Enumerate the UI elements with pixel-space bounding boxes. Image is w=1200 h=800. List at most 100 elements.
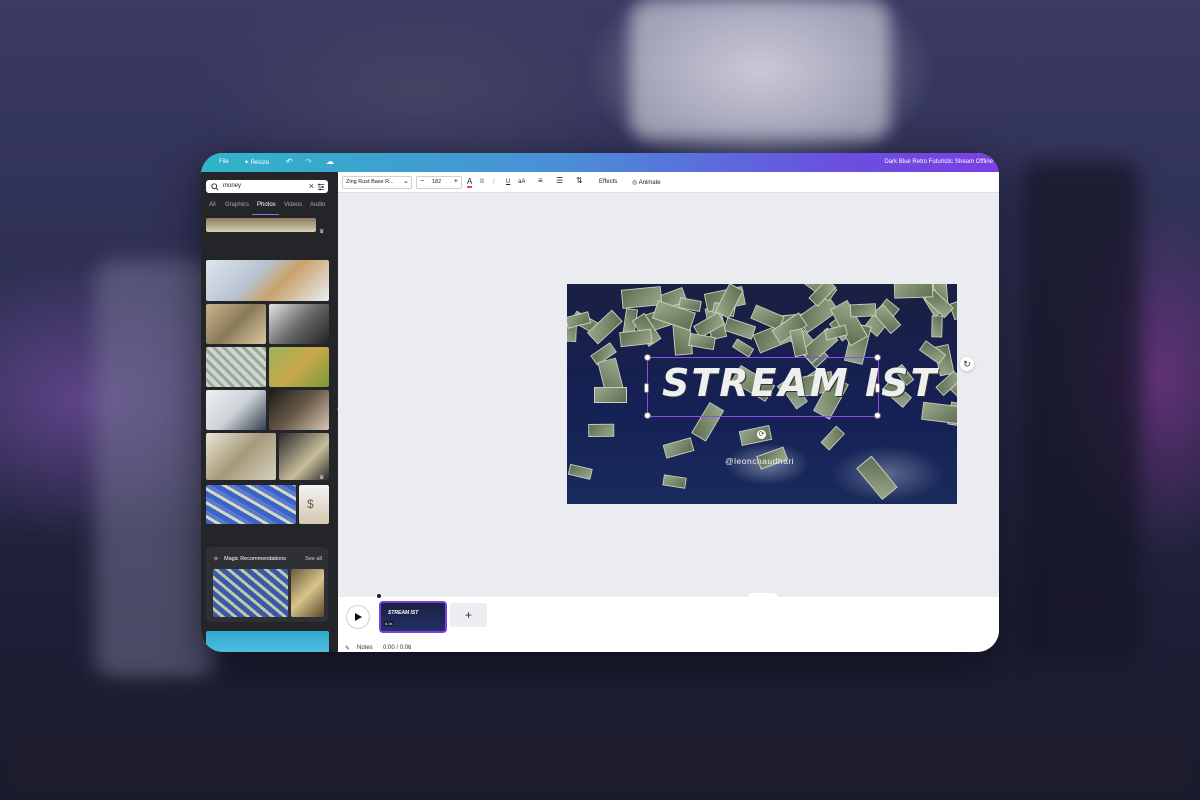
photo-thumbnail[interactable]	[269, 304, 329, 344]
money-bag-icon: $	[307, 497, 314, 511]
refresh-design-icon[interactable]: ↻	[960, 357, 974, 371]
magic-icon: ✧	[213, 556, 219, 563]
align-center-icon[interactable]: ≡	[538, 176, 543, 185]
text-case-icon[interactable]: aA	[518, 179, 525, 185]
banknote-decoration	[921, 402, 957, 426]
banknote-decoration	[594, 387, 628, 403]
photo-thumbnail[interactable]	[206, 260, 329, 301]
animate-label: Animate	[638, 180, 661, 186]
photo-thumbnail[interactable]	[206, 390, 266, 430]
background-monitor	[95, 260, 215, 680]
banknote-decoration	[587, 423, 614, 437]
font-family-select[interactable]: Zing Rust Base R... ⌄	[342, 176, 412, 189]
recommendation-thumbnail[interactable]	[213, 569, 288, 617]
redo-icon[interactable]: ↷	[305, 157, 312, 166]
resize-handle[interactable]	[875, 383, 880, 393]
sparkle-icon: ✦	[244, 160, 251, 166]
banknote-decoration	[618, 328, 653, 347]
photo-thumbnail[interactable]	[206, 347, 266, 387]
clear-search-icon[interactable]: ×	[309, 181, 314, 191]
photo-thumbnail[interactable]	[206, 433, 276, 480]
active-tab-indicator	[252, 214, 279, 215]
photo-thumbnail[interactable]	[206, 631, 329, 652]
list-icon[interactable]: ☰	[556, 176, 563, 185]
resize-handle[interactable]	[644, 383, 649, 393]
animate-button[interactable]: ◎ Animate	[632, 179, 661, 186]
search-input[interactable]: money	[223, 183, 241, 189]
resize-handle[interactable]	[644, 354, 651, 361]
banknote-decoration	[820, 425, 846, 451]
photo-thumbnail[interactable]	[206, 304, 266, 344]
top-bar: File ✦ Resize ↶ ↷ ☁ Dark Blue Retro Futu…	[201, 153, 999, 172]
banknote-decoration	[723, 316, 756, 340]
document-title[interactable]: Dark Blue Retro Futuristic Stream Offlin…	[884, 159, 993, 165]
sidebar: money × All Graphics Photos Videos Audio…	[201, 172, 338, 652]
magic-recommendations-label: Magic Recommendations	[224, 556, 287, 562]
time-readout: 0:00 / 0:06	[383, 645, 412, 651]
rotate-handle[interactable]: ⟳	[757, 430, 766, 439]
animate-icon: ◎	[632, 180, 639, 186]
clip-title: STREAM IST	[388, 610, 419, 616]
banknote-decoration	[855, 455, 898, 501]
search-box[interactable]: money ×	[206, 180, 328, 193]
collapse-timeline-tab[interactable]	[748, 593, 778, 598]
photo-thumbnail[interactable]	[206, 218, 316, 232]
undo-icon[interactable]: ↶	[286, 157, 293, 166]
banknote-decoration	[893, 284, 934, 299]
banknote-decoration	[732, 338, 755, 359]
tab-graphics[interactable]: Graphics	[225, 202, 249, 208]
resize-label: Resize	[250, 160, 270, 166]
photo-thumbnail[interactable]	[269, 347, 329, 387]
font-size-value[interactable]: 182	[432, 179, 441, 185]
resize-button[interactable]: ✦ Resize	[244, 159, 269, 166]
resize-handle[interactable]	[874, 354, 881, 361]
tab-audio[interactable]: Audio	[310, 202, 325, 208]
cloud-save-icon[interactable]: ☁	[326, 157, 334, 166]
notes-label[interactable]: Notes	[357, 645, 373, 651]
resize-handle[interactable]	[644, 412, 651, 419]
add-page-button[interactable]: +	[450, 603, 487, 627]
text-color-icon[interactable]: A	[467, 177, 473, 188]
photo-thumbnail[interactable]	[279, 433, 329, 480]
photo-thumbnail[interactable]: $	[299, 485, 329, 524]
recommendation-thumbnail[interactable]	[291, 569, 324, 617]
magic-recommendations: ✧ Magic Recommendations See all	[206, 547, 328, 622]
banknote-decoration	[662, 437, 694, 459]
timeline: STREAM IST 6.0s +	[338, 593, 999, 652]
font-family-value: Zing Rust Base R...	[346, 179, 394, 185]
tab-videos[interactable]: Videos	[284, 202, 302, 208]
photo-thumbnail[interactable]	[269, 390, 329, 430]
premium-crown-icon: ♛	[319, 229, 325, 235]
bold-icon[interactable]: B	[480, 179, 484, 185]
banknote-decoration	[739, 425, 773, 447]
editor-window: File ✦ Resize ↶ ↷ ☁ Dark Blue Retro Futu…	[201, 153, 999, 652]
timeline-clip[interactable]: STREAM IST 6.0s	[379, 601, 447, 633]
play-button[interactable]	[346, 605, 370, 629]
banknote-decoration	[662, 474, 687, 490]
search-icon	[211, 183, 219, 191]
text-toolbar: Zing Rust Base R... ⌄ − 182 + A B I U aA…	[338, 172, 999, 193]
tab-photos[interactable]: Photos	[257, 202, 276, 208]
increase-size-button[interactable]: +	[454, 178, 458, 185]
effects-button[interactable]: Effects	[599, 179, 617, 185]
italic-icon[interactable]: I	[493, 179, 495, 185]
timeline-scrubber[interactable]	[377, 594, 381, 598]
notes-icon[interactable]: ✎	[345, 645, 350, 652]
font-size-stepper[interactable]: − 182 +	[416, 176, 462, 189]
resize-handle[interactable]	[874, 412, 881, 419]
handle-text[interactable]: @leonchaudhari	[725, 456, 794, 466]
banknote-decoration	[567, 463, 593, 481]
photo-thumbnail[interactable]	[206, 485, 296, 524]
tab-all[interactable]: All	[209, 202, 216, 208]
see-all-link[interactable]: See all	[305, 556, 322, 562]
chevron-down-icon: ⌄	[403, 178, 409, 185]
background-speaker	[1020, 160, 1140, 660]
decrease-size-button[interactable]: −	[420, 178, 424, 185]
banknote-decoration	[849, 303, 877, 318]
underline-icon[interactable]: U	[506, 179, 510, 185]
selection-box[interactable]	[647, 357, 879, 417]
file-menu[interactable]: File	[219, 159, 229, 165]
clip-duration: 6.0s	[384, 621, 394, 626]
filter-icon[interactable]	[317, 183, 325, 191]
spacing-icon[interactable]: ⇅	[576, 176, 583, 185]
